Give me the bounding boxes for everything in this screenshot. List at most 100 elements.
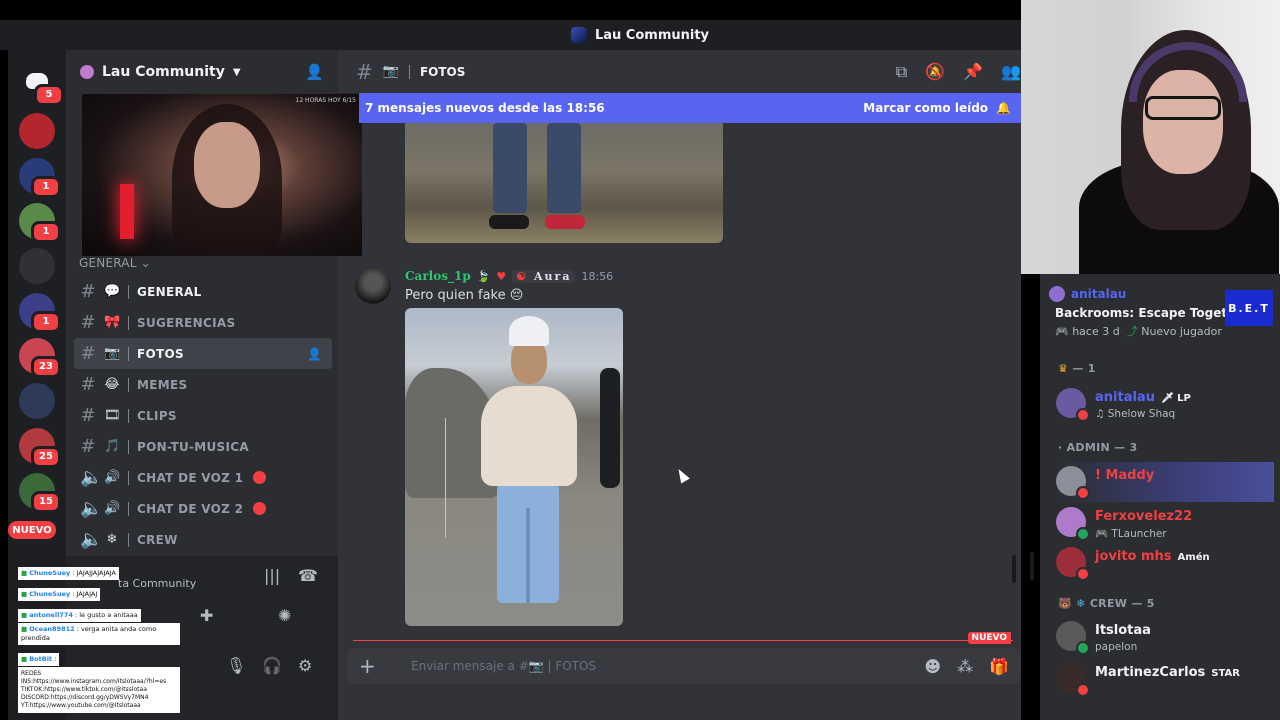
member-scrollbar[interactable] [1030, 552, 1034, 580]
avatar[interactable] [355, 268, 391, 304]
member-tag: 🗡 LP [1160, 393, 1191, 404]
member-item[interactable]: anitalau 🗡 LP ♫ Shelow Shaq [1054, 384, 1274, 424]
message-time: 18:56 [581, 269, 614, 283]
channel-sugerencias[interactable]: # 🎀 SUGERENCIAS [74, 307, 332, 338]
pin-icon[interactable]: 📌 [963, 62, 983, 82]
overlay-chat-text: : [54, 655, 57, 663]
status-dot [1076, 527, 1090, 541]
hash-icon: # [80, 281, 96, 302]
threads-icon[interactable]: ⧉ [896, 62, 907, 82]
chevron-down-icon: ▼ [232, 66, 241, 78]
activity-card[interactable]: anitalau Backrooms: Escape Together 🎮 ha… [1049, 282, 1273, 342]
hash-icon: # [80, 312, 96, 333]
chat-badge-icon: ■ [21, 625, 30, 633]
server-header[interactable]: Lau Community ▼ 👤 [66, 50, 338, 94]
separator [128, 470, 129, 485]
soundboard-icon[interactable]: ✺ [278, 606, 291, 625]
invite-people-icon[interactable]: 👤 [305, 63, 324, 81]
channel-emoji: ❄ [106, 532, 118, 547]
separator [128, 532, 129, 547]
channel-memes[interactable]: # 😂 MEMES [74, 369, 332, 400]
activity-game: Backrooms: Escape Together [1055, 306, 1250, 320]
mute-bell-icon[interactable]: 🔕 [925, 62, 945, 82]
member-item[interactable]: ! Maddy [1054, 462, 1274, 502]
member-list-icon[interactable]: 👥 [1001, 62, 1021, 82]
member-item[interactable]: jovito mhs Amén [1054, 543, 1274, 583]
channel-chat-de-voz-2[interactable]: 🔈 🔊 CHAT DE VOZ 2 [74, 493, 332, 524]
member-item[interactable]: MartinezCarlos STAR [1054, 659, 1274, 699]
member-item[interactable]: Ferxovelez22 🎮 TLauncher [1054, 503, 1274, 543]
server-icon-0[interactable] [19, 113, 55, 149]
message-input[interactable]: Enviar mensaje a #📷 | FOTOS [411, 659, 908, 673]
overlay-chat-text: : JAJAJJAJAJAJA [72, 569, 116, 577]
server-icon-2[interactable]: 1 [19, 203, 61, 243]
message-text: Pero quien fake 😔 [405, 288, 524, 303]
channel-general[interactable]: # 💬 GENERAL [74, 276, 332, 307]
photo-detail [489, 215, 529, 229]
attached-photo-previous[interactable] [405, 123, 723, 243]
member-item[interactable]: Itslotaa papelon [1054, 617, 1274, 657]
new-messages-bar[interactable]: 7 mensajes nuevos desde las 18:56 Marcar… [359, 93, 1021, 123]
status-dot [1076, 408, 1090, 422]
channel-header: # 📷 FOTOS ⧉ 🔕 📌 👥 [338, 50, 1021, 94]
server-icon-1[interactable]: 1 [19, 158, 61, 198]
microphone-icon[interactable]: 🎙 [226, 656, 246, 675]
server-icon-4[interactable]: 1 [19, 293, 61, 333]
chevron-down-icon: ⌄ [140, 256, 151, 270]
channel-clips[interactable]: # 🎞 CLIPS [74, 400, 332, 431]
headphones-icon[interactable]: 🎧 [262, 656, 282, 675]
add-attachment-icon[interactable]: + [359, 654, 389, 678]
member-name: MartinezCarlos STAR [1095, 665, 1240, 680]
member-group-owner: ♛ — 1 [1058, 362, 1096, 375]
social-link: DISCORD:https://discord.gg/yDWSVy7MN4 [21, 694, 149, 701]
server-boost-icon [80, 65, 94, 79]
settings-gear-icon[interactable]: ⚙ [298, 656, 312, 675]
attached-photo[interactable] [405, 308, 623, 626]
category-label: GENERAL [79, 256, 137, 270]
server-icon-5[interactable]: 23 [19, 338, 61, 378]
discord-home-button[interactable]: 5 [16, 60, 64, 106]
server-icon-7[interactable]: 25 [19, 428, 61, 468]
channel-pon-tu-musica[interactable]: # 🎵 PON-TU-MUSICA [74, 431, 332, 462]
photo-detail [545, 215, 585, 229]
chat-scrollbar[interactable] [1012, 555, 1016, 583]
mark-as-read-button[interactable]: Marcar como leído 🔔 [863, 101, 1011, 115]
overlay-chat-user: BotBit [29, 655, 53, 663]
disconnect-icon[interactable]: ☎ [298, 566, 318, 585]
member-name: Itslotaa [1095, 623, 1151, 638]
separator [128, 346, 129, 361]
voice-waveform-icon[interactable]: ||| [264, 566, 280, 585]
message-author[interactable]: Carlos_1p [405, 269, 471, 283]
channel-chat-de-voz-1[interactable]: 🔈 🔊 CHAT DE VOZ 1 [74, 462, 332, 493]
add-member-icon[interactable]: 👤 [307, 347, 322, 361]
emoji-icon[interactable]: ☻ [924, 657, 941, 676]
category-general[interactable]: GENERAL ⌄ [79, 256, 151, 270]
channel-fotos[interactable]: # 📷 FOTOS 👤 [74, 338, 332, 369]
activity-time: hace 3 d [1072, 325, 1120, 338]
hash-icon: # [80, 374, 96, 395]
channel-list: # 💬 GENERAL # 🎀 SUGERENCIAS # 📷 FOTOS 👤 # 😂 MEMES # 🎞 C… [74, 276, 332, 555]
new-servers-pill[interactable]: NUEVO [8, 521, 56, 539]
new-messages-text: 7 mensajes nuevos desde las 18:56 [365, 101, 605, 115]
server-icon-8[interactable]: 15 [19, 473, 61, 513]
guild-tag[interactable]: ☯ Aura [512, 269, 576, 283]
photo-detail [481, 386, 577, 486]
channel-crew[interactable]: 🔈 ❄ CREW [74, 524, 332, 555]
server-icon-6[interactable] [19, 383, 55, 419]
channel-label: CLIPS [137, 408, 177, 423]
channel-emoji: 🎵 [104, 439, 121, 454]
server-name: Lau Community [102, 64, 225, 80]
server-icon-3[interactable] [19, 248, 55, 284]
gift-icon[interactable]: 🎁 [989, 657, 1009, 676]
channel-label: CHAT DE VOZ 2 [137, 501, 244, 516]
overlay-chat-row: ■ antonell774 : le gusto a anitaaa [18, 609, 141, 622]
speaker-icon: 🔈 [80, 498, 103, 519]
channel-emoji: 📷 [104, 346, 121, 361]
activities-icon[interactable]: ✚ [200, 606, 213, 625]
channel-emoji: 😂 [104, 377, 120, 392]
apps-icon[interactable]: ⁂ [957, 657, 973, 676]
crown-icon: ♛ [1058, 362, 1069, 375]
channel-label: FOTOS [137, 346, 184, 361]
group-label: CREW — 5 [1089, 597, 1155, 610]
message-composer[interactable]: + Enviar mensaje a #📷 | FOTOS ☻ ⁂ 🎁 [347, 648, 1021, 684]
